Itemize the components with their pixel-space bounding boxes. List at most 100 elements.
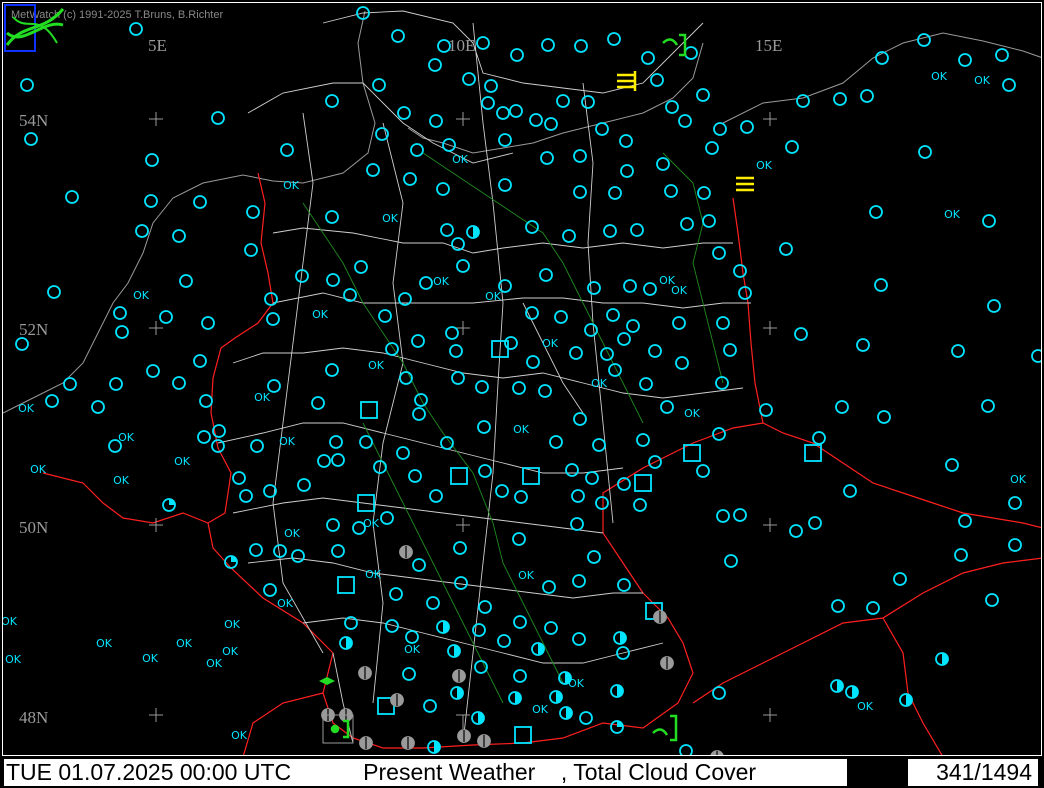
station-plot-ok[interactable]: OK bbox=[671, 284, 688, 297]
station-plot-ok[interactable]: OK bbox=[857, 700, 874, 713]
station-plot-ok[interactable]: OK bbox=[433, 275, 450, 288]
fog-symbol[interactable] bbox=[617, 71, 637, 91]
station-plot-circle[interactable] bbox=[326, 273, 340, 287]
station-plot-circle[interactable] bbox=[412, 407, 426, 421]
station-plot-circle[interactable] bbox=[529, 113, 543, 127]
station-plot-circle[interactable] bbox=[607, 32, 621, 46]
station-plot-circle[interactable] bbox=[874, 278, 888, 292]
station-plot-circle[interactable] bbox=[508, 691, 522, 705]
station-plot-circle[interactable] bbox=[498, 178, 512, 192]
station-plot-circle[interactable] bbox=[794, 327, 808, 341]
station-plot-circle[interactable] bbox=[146, 364, 160, 378]
station-plot-ok[interactable]: OK bbox=[312, 308, 329, 321]
station-plot-circle[interactable] bbox=[664, 184, 678, 198]
station-plot-circle[interactable] bbox=[513, 615, 527, 629]
station-plot-circle[interactable] bbox=[585, 471, 599, 485]
station-plot-circle[interactable] bbox=[697, 186, 711, 200]
station-plot-circle[interactable] bbox=[845, 685, 859, 699]
station-plot-circle[interactable] bbox=[512, 532, 526, 546]
station-plot-circle[interactable] bbox=[556, 94, 570, 108]
station-plot-circle[interactable] bbox=[436, 182, 450, 196]
station-plot-ok[interactable]: OK bbox=[30, 463, 47, 476]
station-plot-circle[interactable] bbox=[450, 686, 464, 700]
station-plot-circle[interactable] bbox=[833, 92, 847, 106]
station-plot-circle[interactable] bbox=[918, 145, 932, 159]
station-plot-circle[interactable] bbox=[263, 583, 277, 597]
station-plot-circle[interactable] bbox=[250, 439, 264, 453]
station-plot-circle[interactable] bbox=[641, 51, 655, 65]
station-plot-overcast[interactable] bbox=[660, 656, 674, 670]
station-plot-ok[interactable]: OK bbox=[118, 431, 135, 444]
station-plot-ok[interactable]: OK bbox=[513, 423, 530, 436]
station-plot-overcast[interactable] bbox=[653, 610, 667, 624]
station-plot-circle[interactable] bbox=[481, 96, 495, 110]
station-plot-circle[interactable] bbox=[623, 279, 637, 293]
station-plot-circle[interactable] bbox=[115, 325, 129, 339]
station-plot-circle[interactable] bbox=[1008, 496, 1022, 510]
station-plot-circle[interactable] bbox=[472, 623, 486, 637]
station-plot-circle[interactable] bbox=[476, 36, 490, 50]
station-plot-circle[interactable] bbox=[619, 134, 633, 148]
station-plot-circle[interactable] bbox=[172, 376, 186, 390]
station-plot-circle[interactable] bbox=[531, 642, 545, 656]
station-plot-circle[interactable] bbox=[538, 384, 552, 398]
station-plot-ok[interactable]: OK bbox=[568, 677, 585, 690]
station-plot-circle[interactable] bbox=[478, 600, 492, 614]
station-plot-circle[interactable] bbox=[606, 308, 620, 322]
station-plot-circle[interactable] bbox=[831, 599, 845, 613]
station-plot-circle[interactable] bbox=[179, 274, 193, 288]
station-plot-circle[interactable] bbox=[785, 140, 799, 154]
station-plot-ok[interactable]: OK bbox=[542, 337, 559, 350]
station-plot-circle[interactable] bbox=[246, 205, 260, 219]
station-plot-ok[interactable]: OK bbox=[5, 653, 22, 666]
station-plot-circle[interactable] bbox=[549, 435, 563, 449]
station-plot-ok[interactable]: OK bbox=[518, 569, 535, 582]
station-plot-circle[interactable] bbox=[610, 684, 624, 698]
station-plot-circle[interactable] bbox=[429, 114, 443, 128]
station-plot-circle[interactable] bbox=[385, 342, 399, 356]
map-canvas[interactable]: OK OK OK OK OK OK OK OK OK OK OK OK OK OK OK OK OK OK OK OK… bbox=[3, 3, 1042, 756]
station-plot-ok[interactable]: OK bbox=[231, 729, 248, 742]
station-plot-circle[interactable] bbox=[617, 578, 631, 592]
station-plot-circle[interactable] bbox=[954, 548, 968, 562]
station-plot-circle[interactable] bbox=[514, 490, 528, 504]
station-plot-circle[interactable] bbox=[712, 686, 726, 700]
station-plot-circle[interactable] bbox=[428, 58, 442, 72]
station-plot-circle[interactable] bbox=[696, 88, 710, 102]
station-plot-circle[interactable] bbox=[526, 355, 540, 369]
station-plot-circle[interactable] bbox=[162, 498, 176, 512]
station-plot-circle[interactable] bbox=[608, 186, 622, 200]
station-plot-circle[interactable] bbox=[24, 132, 38, 146]
station-plot-circle[interactable] bbox=[412, 558, 426, 572]
station-plot-ok[interactable]: OK bbox=[532, 703, 549, 716]
station-plot-circle[interactable] bbox=[544, 621, 558, 635]
station-plot-circle[interactable] bbox=[573, 412, 587, 426]
station-plot-circle[interactable] bbox=[608, 363, 622, 377]
station-plot-circle[interactable] bbox=[675, 356, 689, 370]
station-plot-circle[interactable] bbox=[572, 574, 586, 588]
station-plot-square[interactable] bbox=[514, 726, 532, 744]
station-plot-circle[interactable] bbox=[723, 343, 737, 357]
station-plot-circle[interactable] bbox=[280, 143, 294, 157]
station-plot-circle[interactable] bbox=[172, 229, 186, 243]
station-plot-circle[interactable] bbox=[899, 693, 913, 707]
station-plot-circle[interactable] bbox=[982, 214, 996, 228]
station-plot-circle[interactable] bbox=[410, 143, 424, 157]
station-plot-circle[interactable] bbox=[466, 225, 480, 239]
station-plot-circle[interactable] bbox=[462, 72, 476, 86]
station-plot-circle[interactable] bbox=[678, 114, 692, 128]
station-plot-ok[interactable]: OK bbox=[176, 637, 193, 650]
station-plot-ok[interactable]: OK bbox=[133, 289, 150, 302]
station-plot-circle[interactable] bbox=[987, 299, 1001, 313]
station-plot-circle[interactable] bbox=[565, 463, 579, 477]
station-plot-circle[interactable] bbox=[716, 509, 730, 523]
station-plot-circle[interactable] bbox=[584, 323, 598, 337]
station-plot-circle[interactable] bbox=[571, 489, 585, 503]
station-plot-ok[interactable]: OK bbox=[756, 159, 773, 172]
station-plot-ok[interactable]: OK bbox=[974, 74, 991, 87]
station-plot-circle[interactable] bbox=[266, 312, 280, 326]
station-plot-circle[interactable] bbox=[423, 699, 437, 713]
station-plot-circle[interactable] bbox=[610, 720, 624, 734]
station-plot-circle[interactable] bbox=[958, 53, 972, 67]
station-plot-circle[interactable] bbox=[716, 316, 730, 330]
